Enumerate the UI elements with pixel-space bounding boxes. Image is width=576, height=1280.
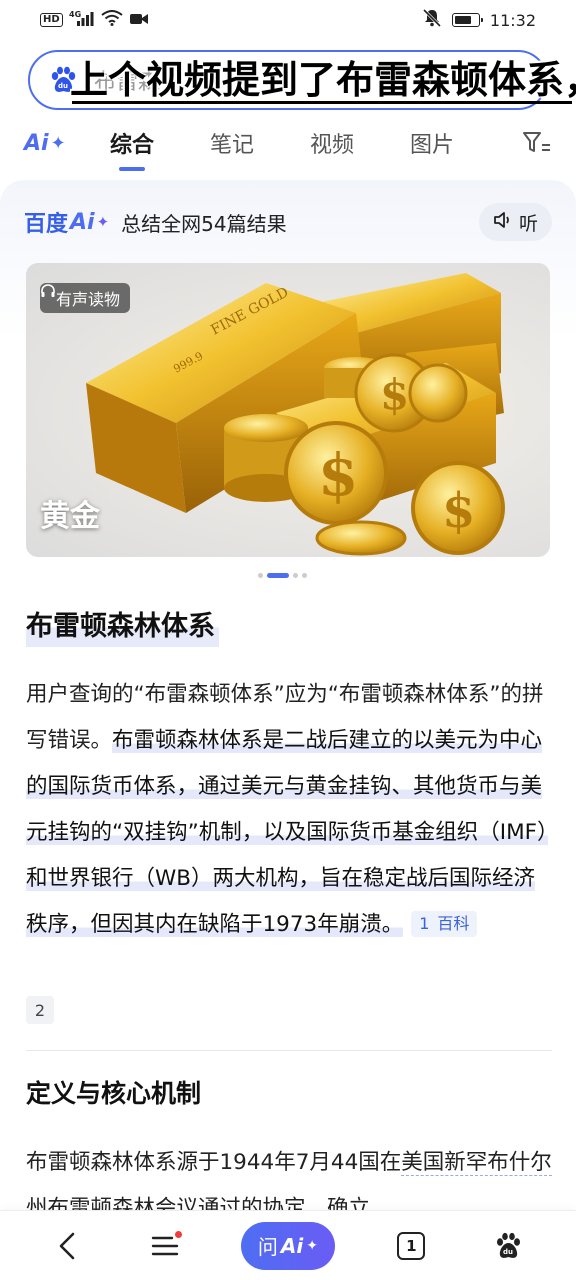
- carousel-dot: [302, 573, 307, 578]
- ask-ai-button[interactable]: 问 Ai ✦: [240, 1221, 335, 1270]
- reference-tag-1[interactable]: 1 百科: [411, 911, 478, 937]
- listen-button[interactable]: 听: [478, 203, 552, 241]
- status-bar: HD 4G 11:32: [0, 0, 576, 40]
- tab-ai-label: Ai: [24, 130, 49, 156]
- sparkle-icon: ✦: [96, 213, 110, 231]
- video-record-icon: [129, 11, 149, 30]
- carousel-dot: [293, 573, 298, 578]
- signal-icon: 4G: [69, 10, 95, 30]
- video-caption-overlay: 上个视频提到了布雷森顿体系，: [70, 58, 576, 102]
- dollar-sign-icon: $: [318, 441, 358, 509]
- sparkle-icon: ✦: [306, 1237, 318, 1254]
- tabs-button[interactable]: 1: [391, 1226, 431, 1266]
- reference-num-1: 1: [419, 914, 430, 933]
- speaker-icon: [493, 211, 513, 234]
- menu-button[interactable]: [145, 1226, 185, 1266]
- baidu-ai-logo-ai: Ai: [70, 209, 95, 235]
- chevron-left-icon: [59, 1232, 75, 1259]
- filter-icon[interactable]: [522, 130, 552, 156]
- reference-label-1: 百科: [437, 914, 470, 933]
- article-paragraph-highlight: 布雷顿森林体系是二战后建立的以美元为中心的国际货币体系，通过美元与黄金挂钩、其他…: [26, 728, 548, 937]
- tab-images[interactable]: 图片: [410, 127, 454, 159]
- svg-text:du: du: [58, 82, 68, 90]
- status-right: 11:32: [422, 8, 536, 31]
- baidu-home-button[interactable]: du: [488, 1226, 528, 1266]
- back-button[interactable]: [48, 1226, 88, 1266]
- tab-count: 1: [397, 1231, 426, 1260]
- dollar-sign-icon: $: [442, 483, 475, 539]
- status-left: HD 4G: [40, 10, 149, 30]
- audio-book-label: 有声读物: [56, 290, 121, 309]
- article-title: 布雷顿森林体系: [26, 604, 219, 647]
- baidu-paw-icon: du: [496, 1232, 520, 1258]
- ask-ai-label: 问: [257, 1235, 278, 1259]
- tab-ai[interactable]: Ai ✦: [24, 131, 110, 156]
- clock: 11:32: [489, 10, 536, 30]
- section-paragraph-a: 布雷顿森林体系源于1944年7月44国在: [26, 1150, 402, 1175]
- battery-icon: [451, 13, 483, 27]
- carousel-dot-active: [267, 573, 289, 578]
- notification-dot: [173, 1229, 183, 1239]
- baidu-ai-logo: 百度 Ai ✦: [24, 206, 109, 238]
- carousel-dot: [258, 573, 263, 578]
- ai-summary-header: 百度 Ai ✦ 总结全网54篇结果 听: [24, 203, 552, 241]
- reference-tag-2[interactable]: 2: [26, 996, 54, 1024]
- sparkle-icon: ✦: [50, 132, 66, 154]
- hero-caption: 黄金: [40, 499, 100, 534]
- wifi-icon: [101, 10, 123, 30]
- tab-comprehensive[interactable]: 综合: [110, 127, 154, 159]
- carousel-indicator: [258, 573, 307, 578]
- ai-summary-text: 总结全网54篇结果: [121, 211, 287, 236]
- search-tabs: Ai ✦ 综合 笔记 视频 图片: [0, 118, 576, 168]
- caption-underline: [72, 101, 572, 104]
- tab-videos[interactable]: 视频: [310, 127, 354, 159]
- baidu-ai-logo-text: 百度: [24, 212, 69, 237]
- divider: [26, 1050, 552, 1051]
- mute-bell-icon: [422, 8, 442, 31]
- svg-text:du: du: [503, 1248, 513, 1256]
- tab-notes[interactable]: 笔记: [210, 127, 254, 159]
- listen-label: 听: [518, 212, 538, 235]
- hd-badge: HD: [40, 13, 63, 27]
- ask-ai-ai: Ai: [280, 1233, 304, 1258]
- article-paragraph: 用户查询的“布雷森顿体系”应为“布雷顿森林体系”的拼写错误。布雷顿森林体系是二战…: [26, 672, 556, 948]
- dollar-sign-icon: $: [380, 370, 409, 419]
- bottom-nav: 问 Ai ✦ 1 du: [0, 1210, 576, 1280]
- gold-hero-image[interactable]: FINE GOLD 999.9 $ $ $ 有声读物 黄金: [26, 263, 550, 557]
- section-title: 定义与核心机制: [26, 1079, 202, 1108]
- signal-label: 4G: [69, 10, 81, 19]
- audio-book-badge[interactable]: 有声读物: [40, 283, 131, 313]
